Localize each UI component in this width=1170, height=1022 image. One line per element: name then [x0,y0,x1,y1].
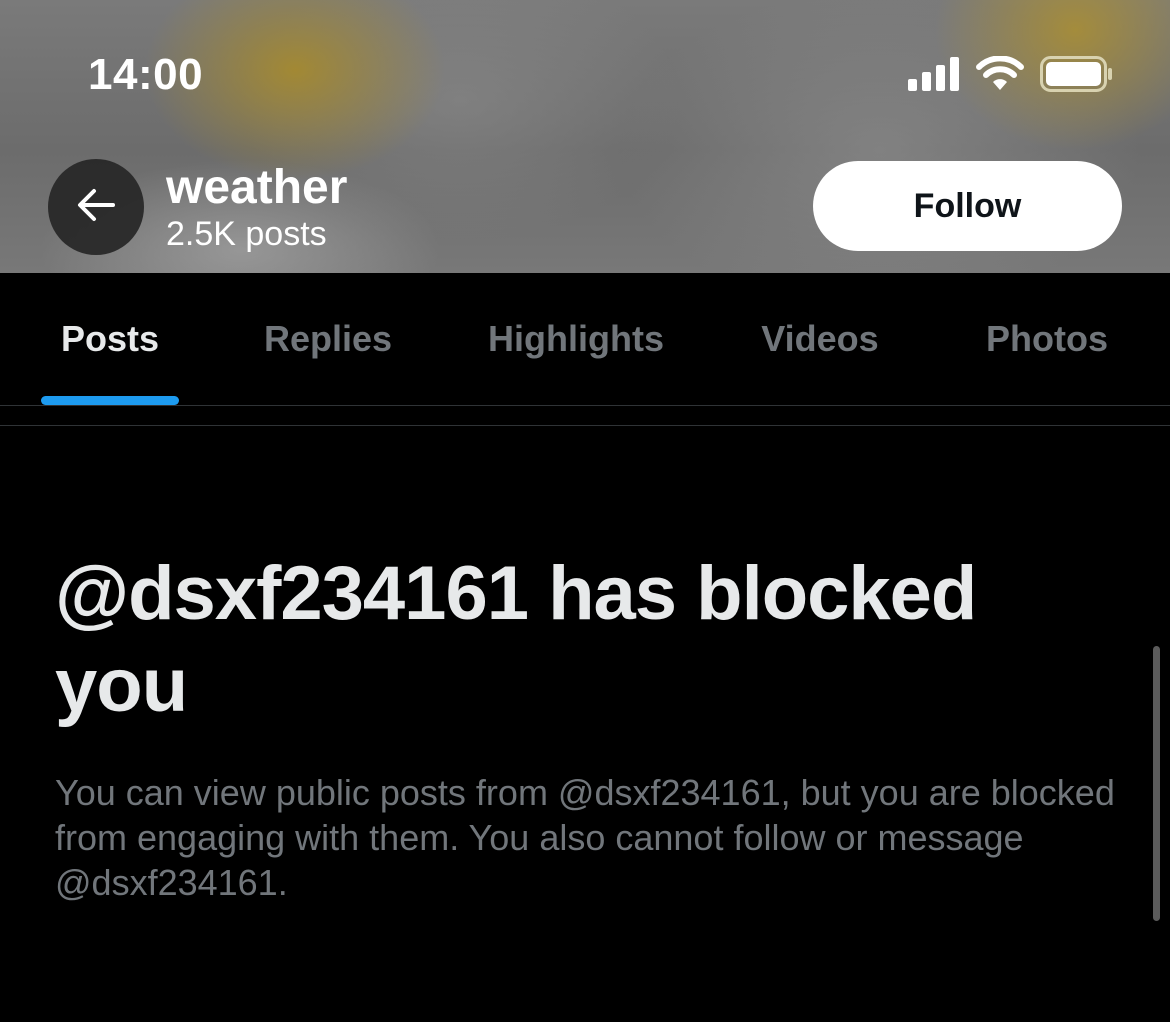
status-icons [908,55,1114,97]
tab-photos[interactable]: Photos [970,273,1124,405]
post-count: 2.5K posts [166,215,327,253]
battery-icon [1040,56,1114,97]
active-tab-indicator [41,396,179,405]
profile-banner: 14:00 weather 2.5K posts Follow [0,0,1170,273]
tab-posts[interactable]: Posts [41,273,179,405]
profile-name: weather [166,161,348,214]
cellular-signal-icon [908,57,960,96]
blocked-title: @dsxf234161 has blocked you [55,551,977,728]
follow-button[interactable]: Follow [813,161,1122,251]
tab-videos[interactable]: Videos [745,273,895,405]
tab-highlights[interactable]: Highlights [466,273,686,405]
wifi-icon [976,55,1024,97]
profile-page: 14:00 weather 2.5K posts Follow Posts Re… [0,0,1170,1022]
tabs-divider [0,405,1170,406]
content-divider [0,425,1170,426]
blocked-description: You can view public posts from @dsxf2341… [55,772,1115,903]
back-button[interactable] [48,159,144,255]
tab-replies[interactable]: Replies [248,273,408,405]
arrow-left-icon [76,188,116,227]
status-time: 14:00 [88,50,204,99]
profile-tabs: Posts Replies Highlights Videos Photos [0,273,1170,405]
scrollbar[interactable] [1153,646,1160,921]
